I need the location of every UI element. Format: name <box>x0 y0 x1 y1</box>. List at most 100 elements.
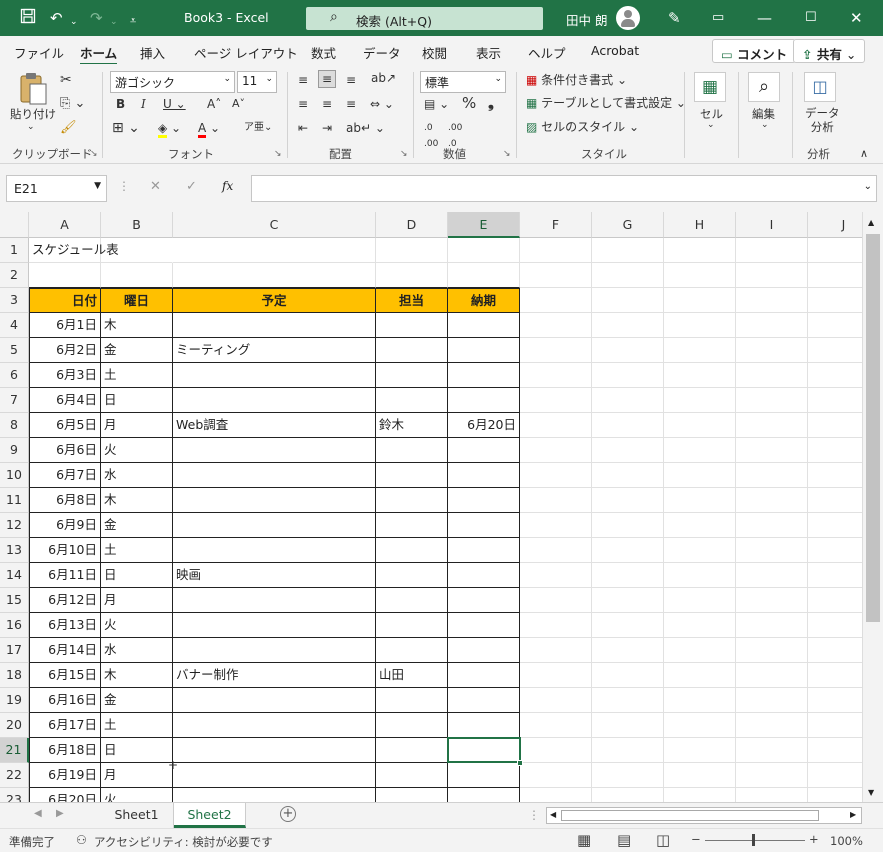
split-handle-icon[interactable]: ⋮ <box>528 808 540 822</box>
cell-i15[interactable] <box>736 588 808 613</box>
cell-h4[interactable] <box>664 313 736 338</box>
cell-a7[interactable]: 6月4日 <box>29 388 101 413</box>
cell-f13[interactable] <box>520 538 592 563</box>
cell-j9[interactable] <box>808 438 862 463</box>
merge-center-icon[interactable]: ⇔ ⌄ <box>370 96 394 112</box>
cell-f15[interactable] <box>520 588 592 613</box>
cancel-icon[interactable]: ✕ <box>150 179 161 194</box>
row-header-3[interactable]: 3 <box>0 288 29 313</box>
cell-h13[interactable] <box>664 538 736 563</box>
column-header-d[interactable]: D <box>376 212 448 238</box>
active-cell-outline[interactable] <box>447 737 521 763</box>
tab-file[interactable]: ファイル <box>14 43 64 62</box>
cell-j4[interactable] <box>808 313 862 338</box>
insert-function-icon[interactable]: fx <box>222 179 233 193</box>
cell-e5[interactable] <box>448 338 520 363</box>
cell-a23[interactable]: 6月20日 <box>29 788 101 802</box>
cell-f16[interactable] <box>520 613 592 638</box>
save-icon[interactable] <box>20 8 36 29</box>
cell-e23[interactable] <box>448 788 520 802</box>
cell-h19[interactable] <box>664 688 736 713</box>
cell-h7[interactable] <box>664 388 736 413</box>
cell-i23[interactable] <box>736 788 808 802</box>
cell-d20[interactable] <box>376 713 448 738</box>
underline-icon[interactable]: U ⌄ <box>163 96 186 112</box>
cell-h15[interactable] <box>664 588 736 613</box>
cell-h21[interactable] <box>664 738 736 763</box>
cell-c4[interactable] <box>173 313 376 338</box>
decrease-font-icon[interactable]: A˅ <box>232 96 245 112</box>
number-format-select[interactable]: 標準 ⌄ <box>420 71 506 93</box>
cell-a17[interactable]: 6月14日 <box>29 638 101 663</box>
row-header-22[interactable]: 22 <box>0 763 29 788</box>
cell-e20[interactable] <box>448 713 520 738</box>
cell-g18[interactable] <box>592 663 664 688</box>
comma-icon[interactable]: ❟ <box>488 95 494 111</box>
cell-d12[interactable] <box>376 513 448 538</box>
page-break-view-icon[interactable]: ◫ <box>656 831 670 849</box>
sheet-title-cell[interactable]: スケジュール表 <box>29 238 119 263</box>
cell-f8[interactable] <box>520 413 592 438</box>
row-header-21[interactable]: 21 <box>0 738 29 763</box>
cell-d15[interactable] <box>376 588 448 613</box>
cell-e14[interactable] <box>448 563 520 588</box>
cell-j13[interactable] <box>808 538 862 563</box>
cell-d19[interactable] <box>376 688 448 713</box>
tab-data[interactable]: データ <box>363 43 401 62</box>
row-header-4[interactable]: 4 <box>0 313 29 338</box>
row-header-14[interactable]: 14 <box>0 563 29 588</box>
cell-e15[interactable] <box>448 588 520 613</box>
cell-c16[interactable] <box>173 613 376 638</box>
cell-b20[interactable]: 土 <box>101 713 173 738</box>
clipboard-launcher-icon[interactable]: ↘ <box>90 149 98 159</box>
tab-view[interactable]: 表示 <box>476 43 501 62</box>
find-icon[interactable]: ⌕ <box>748 72 780 102</box>
cell-i1[interactable] <box>736 238 808 263</box>
align-bottom-icon[interactable]: ≡ <box>346 72 356 88</box>
cell-a8[interactable]: 6月5日 <box>29 413 101 438</box>
enter-icon[interactable]: ✓ <box>186 179 197 194</box>
row-header-23[interactable]: 23 <box>0 788 29 802</box>
cell-c8[interactable]: Web調査 <box>173 413 376 438</box>
cell-j6[interactable] <box>808 363 862 388</box>
cell-b17[interactable]: 水 <box>101 638 173 663</box>
scroll-right-icon[interactable]: ▶ <box>850 810 856 819</box>
cell-c6[interactable] <box>173 363 376 388</box>
cell-b6[interactable]: 土 <box>101 363 173 388</box>
align-right-icon[interactable]: ≡ <box>346 96 356 112</box>
cell-c13[interactable] <box>173 538 376 563</box>
tab-home[interactable]: ホーム <box>80 43 118 66</box>
paste-label[interactable]: 貼り付け <box>10 106 56 122</box>
cell-j5[interactable] <box>808 338 862 363</box>
analyze-data-button[interactable]: データ 分析 <box>805 106 840 134</box>
comment-button[interactable]: ▭ コメント <box>712 39 797 63</box>
cell-h11[interactable] <box>664 488 736 513</box>
accessibility-status[interactable]: アクセシビリティ: 検討が必要です <box>94 834 273 850</box>
cell-e8[interactable]: 6月20日 <box>448 413 520 438</box>
cell-g21[interactable] <box>592 738 664 763</box>
cell-d3[interactable]: 担当 <box>376 288 448 313</box>
cell-c17[interactable] <box>173 638 376 663</box>
redo-dropdown-icon[interactable]: ⌄ <box>110 12 118 32</box>
cell-d8[interactable]: 鈴木 <box>376 413 448 438</box>
cell-i17[interactable] <box>736 638 808 663</box>
cell-h14[interactable] <box>664 563 736 588</box>
column-header-h[interactable]: H <box>664 212 736 238</box>
cell-d17[interactable] <box>376 638 448 663</box>
tab-insert[interactable]: 挿入 <box>140 43 165 62</box>
copy-icon[interactable]: ⎘ ⌄ <box>60 96 85 112</box>
cell-i11[interactable] <box>736 488 808 513</box>
cell-h20[interactable] <box>664 713 736 738</box>
bold-icon[interactable]: B <box>116 96 125 112</box>
cell-f3[interactable] <box>520 288 592 313</box>
column-header-a[interactable]: A <box>29 212 101 238</box>
cell-b8[interactable]: 月 <box>101 413 173 438</box>
cell-f12[interactable] <box>520 513 592 538</box>
redo-icon[interactable]: ↷ <box>90 8 103 28</box>
cell-i21[interactable] <box>736 738 808 763</box>
prev-sheet-icon[interactable]: ◀ <box>34 808 42 819</box>
cell-e6[interactable] <box>448 363 520 388</box>
cell-a11[interactable]: 6月8日 <box>29 488 101 513</box>
cell-c3[interactable]: 予定 <box>173 288 376 313</box>
cell-e19[interactable] <box>448 688 520 713</box>
